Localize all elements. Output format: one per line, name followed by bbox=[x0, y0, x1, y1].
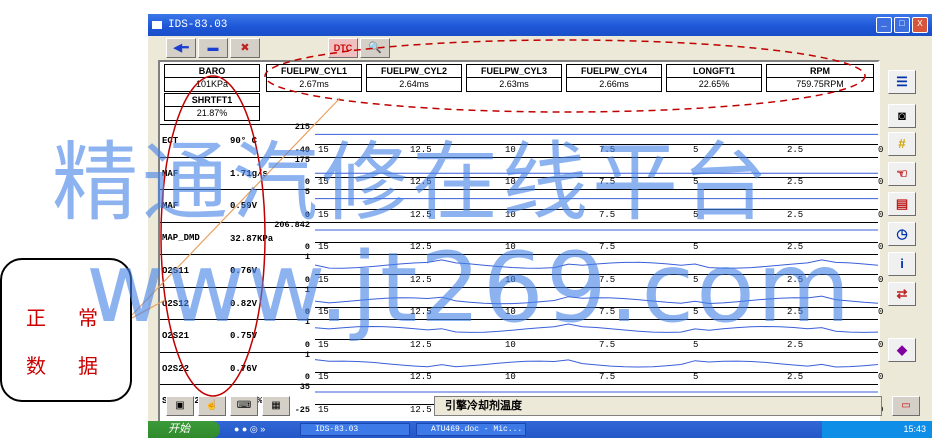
solid-ellipse-annotation bbox=[160, 75, 266, 397]
annotation-overlay bbox=[131, 39, 866, 397]
dashed-ellipse-annotation bbox=[264, 39, 866, 113]
screenshot-root: IDS-83.03 _ □ X ◀━ ▬ ✖ DTC 🔍 BARO 101KPa… bbox=[0, 0, 932, 438]
callout-char-2: 常 bbox=[78, 306, 98, 330]
callout-box: 正 常 数 据 bbox=[0, 258, 132, 402]
callout-char-3: 数 bbox=[26, 354, 46, 378]
callout-char-1: 正 bbox=[26, 306, 46, 330]
callout-char-4: 据 bbox=[78, 354, 98, 378]
callout-line-1 bbox=[131, 97, 341, 316]
